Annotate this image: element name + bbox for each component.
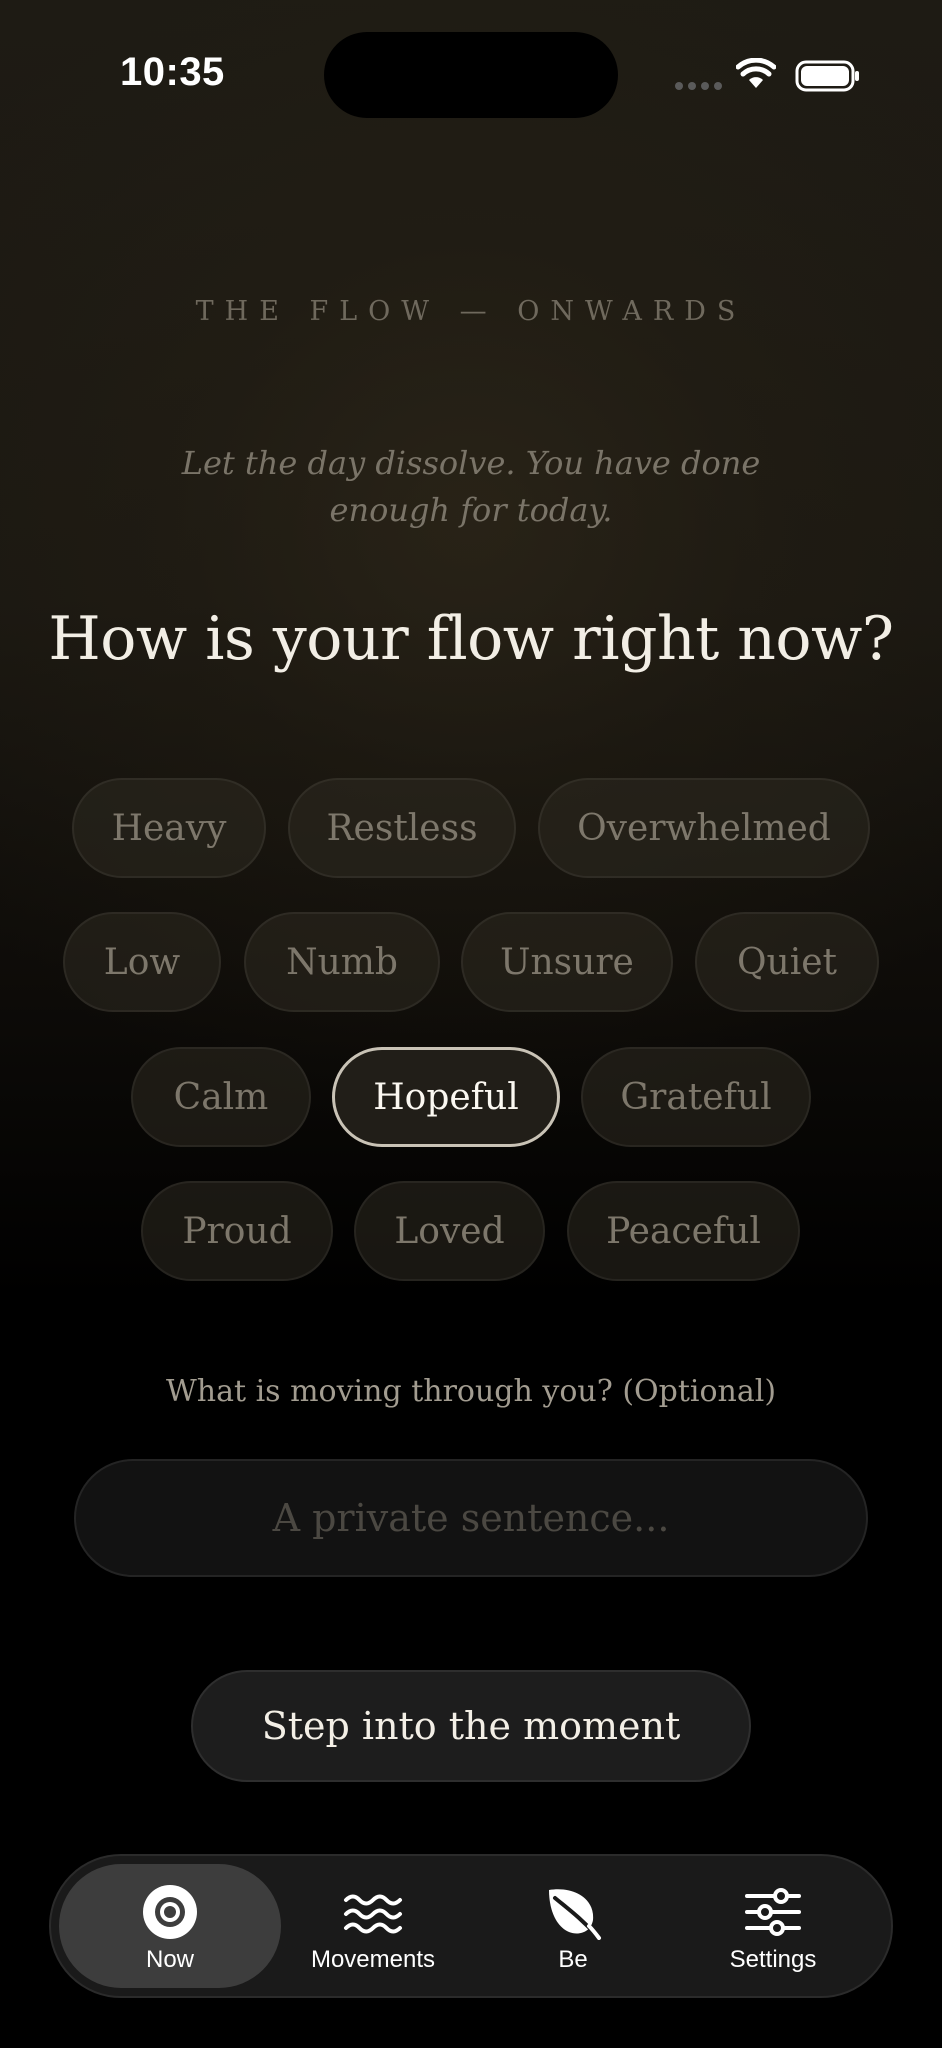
tab-movements[interactable]: Movements (262, 1864, 484, 1988)
tab-settings[interactable]: Settings (662, 1864, 884, 1988)
wifi-icon (736, 58, 776, 88)
page-title: How is your flow right now? (48, 604, 894, 674)
note-label: What is moving through you? (Optional) (165, 1374, 777, 1409)
mood-chip-unsure[interactable]: Unsure (461, 912, 673, 1012)
note-input[interactable] (74, 1459, 868, 1577)
tab-now[interactable]: Now (59, 1864, 281, 1988)
dynamic-island (324, 32, 618, 118)
mood-chip-loved[interactable]: Loved (354, 1181, 545, 1281)
mood-chip-overwhelmed[interactable]: Overwhelmed (538, 778, 870, 878)
battery-icon (795, 60, 859, 92)
mood-chip-calm[interactable]: Calm (131, 1047, 311, 1147)
mood-chip-hopeful[interactable]: Hopeful (332, 1047, 560, 1147)
mood-chip-proud[interactable]: Proud (141, 1181, 333, 1281)
cellular-signal-icon (675, 82, 722, 90)
step-into-moment-button[interactable]: Step into the moment (191, 1670, 751, 1782)
tab-be-label: Be (558, 1946, 588, 1973)
tab-bar: Now Movements Be Settings (49, 1854, 893, 1998)
circle-target-icon (143, 1885, 197, 1939)
waves-icon (344, 1894, 402, 1934)
leaf-icon (549, 1889, 601, 1940)
tab-be[interactable]: Be (462, 1864, 684, 1988)
mood-chip-heavy[interactable]: Heavy (72, 778, 266, 878)
mood-chip-peaceful[interactable]: Peaceful (567, 1181, 800, 1281)
subtitle: Let the day dissolve. You have done enou… (181, 444, 761, 529)
mood-chip-low[interactable]: Low (63, 912, 221, 1012)
mood-chip-restless[interactable]: Restless (288, 778, 516, 878)
section-eyebrow: THE FLOW — ONWARDS (195, 296, 747, 327)
sliders-icon (745, 1888, 801, 1936)
tab-movements-label: Movements (310, 1946, 436, 1973)
mood-chip-grateful[interactable]: Grateful (581, 1047, 811, 1147)
mood-chip-numb[interactable]: Numb (244, 912, 440, 1012)
tab-now-label: Now (145, 1946, 194, 1973)
mood-chip-quiet[interactable]: Quiet (695, 912, 879, 1012)
status-time: 10:35 (120, 50, 225, 94)
tab-settings-label: Settings (729, 1946, 817, 1973)
